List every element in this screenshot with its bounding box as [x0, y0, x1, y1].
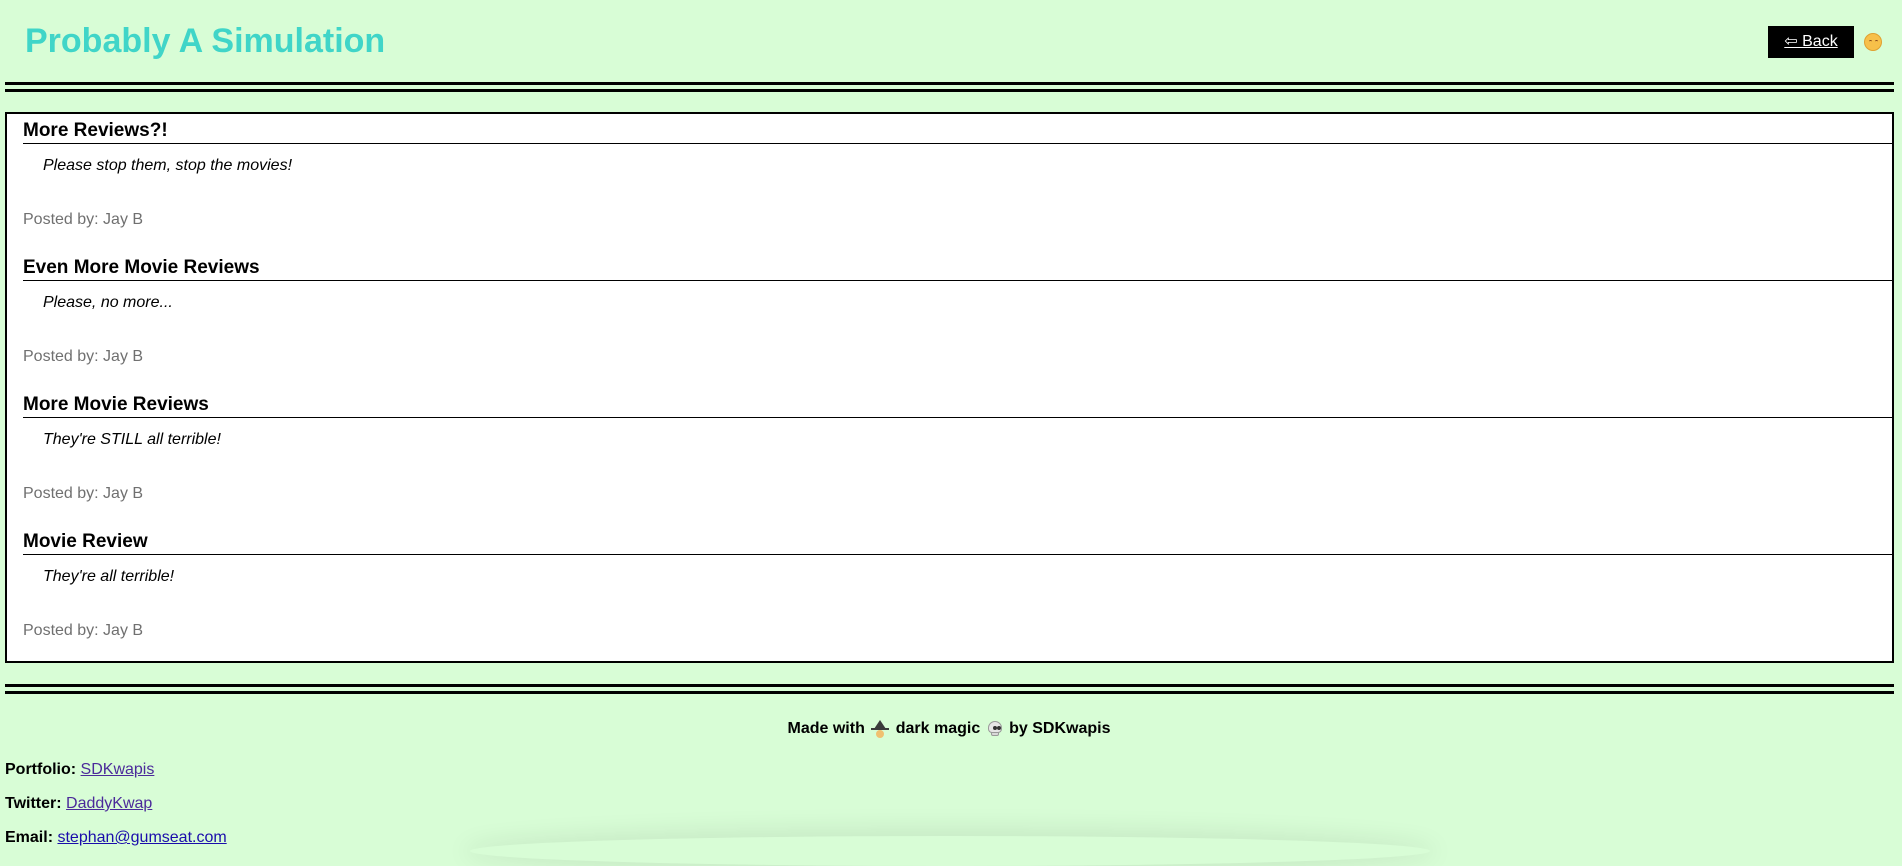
twitter-line: Twitter: DaddyKwap	[5, 794, 152, 814]
back-button[interactable]: ⇦ Back	[1768, 26, 1854, 58]
sun-face-icon[interactable]	[1864, 33, 1882, 51]
post-title: Even More Movie Reviews	[23, 257, 1892, 281]
author-credit-text: by SDKwapis	[1009, 720, 1111, 737]
post-author: Posted by: Jay B	[23, 622, 144, 639]
post-author: Posted by: Jay B	[23, 485, 144, 502]
footer-divider	[5, 684, 1894, 694]
dark-magic-text: dark magic	[895, 720, 981, 737]
post-item: More Movie Reviews They're STILL all ter…	[23, 394, 1892, 502]
post-title: More Reviews?!	[23, 120, 1892, 144]
post-item: More Reviews?! Please stop them, stop th…	[23, 120, 1892, 228]
post-body: Please stop them, stop the movies!	[43, 157, 293, 174]
portfolio-link[interactable]: SDKwapis	[81, 761, 155, 778]
portfolio-line: Portfolio: SDKwapis	[5, 760, 154, 780]
bottom-shadow	[470, 836, 1430, 866]
twitter-link[interactable]: DaddyKwap	[66, 795, 152, 812]
email-link[interactable]: stephan@gumseat.com	[57, 829, 226, 846]
post-body: They're all terrible!	[43, 568, 175, 585]
site-header: Probably A Simulation ⇦ Back	[0, 0, 1902, 82]
header-divider	[5, 82, 1894, 92]
site-title: Probably A Simulation	[25, 22, 386, 60]
witch-icon	[871, 719, 890, 738]
post-author: Posted by: Jay B	[23, 348, 144, 365]
post-item: Even More Movie Reviews Please, no more.…	[23, 257, 1892, 365]
post-author: Posted by: Jay B	[23, 211, 144, 228]
portfolio-label: Portfolio:	[5, 761, 77, 778]
made-with-text: Made with	[787, 720, 865, 737]
footer-credit: Made with dark magic by SDKwapis	[0, 718, 1898, 740]
post-body: They're STILL all terrible!	[43, 431, 221, 448]
skull-icon	[987, 720, 1003, 737]
post-body: Please, no more...	[43, 294, 173, 311]
post-title: Movie Review	[23, 531, 1892, 555]
twitter-label: Twitter:	[5, 795, 62, 812]
post-item: Movie Review They're all terrible! Poste…	[23, 531, 1892, 639]
post-title: More Movie Reviews	[23, 394, 1892, 418]
posts-container: More Reviews?! Please stop them, stop th…	[5, 112, 1894, 663]
email-line: Email: stephan@gumseat.com	[5, 828, 227, 848]
email-label: Email:	[5, 829, 54, 846]
